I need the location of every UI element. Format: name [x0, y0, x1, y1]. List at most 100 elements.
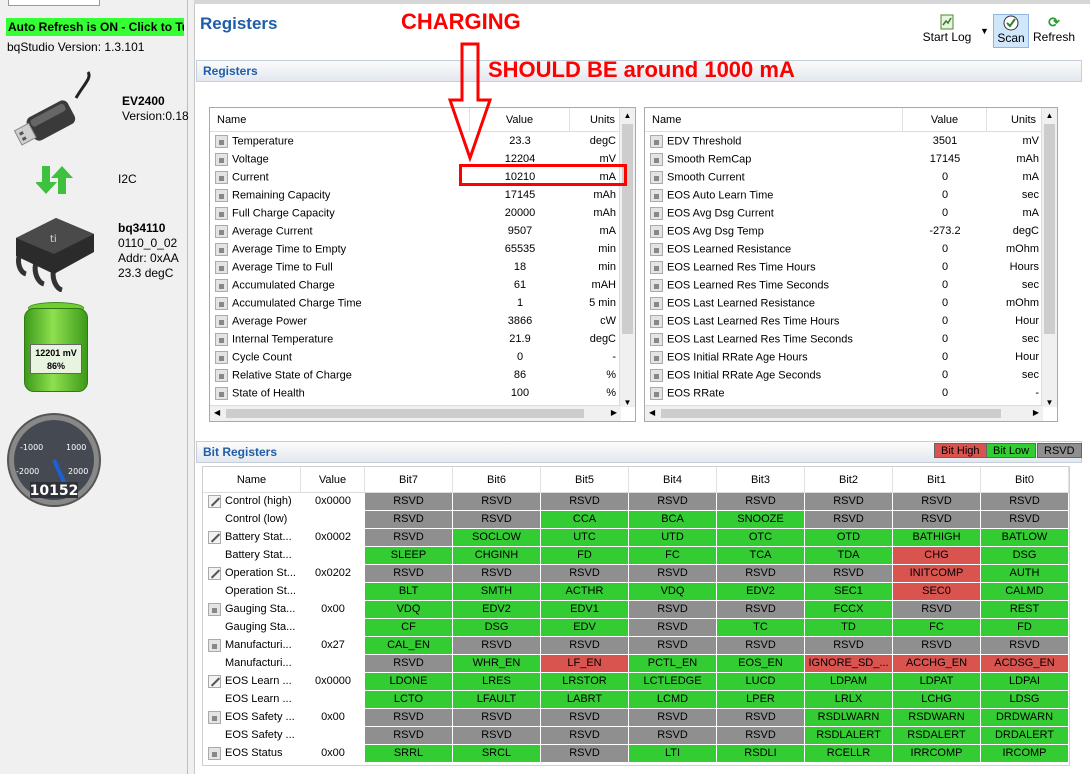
bit-cell[interactable]: FD: [541, 547, 629, 565]
bit-cell[interactable]: EDV: [541, 619, 629, 637]
bit-cell[interactable]: LUCD: [717, 673, 805, 691]
start-log-button[interactable]: Start Log: [922, 14, 972, 48]
bit-register-row[interactable]: EOS Safety ... RSVD RSVD RSVD RSVD RSVD RSDLAL…: [203, 727, 1069, 745]
bit-cell[interactable]: RSVD: [893, 493, 981, 511]
auto-refresh-toggle[interactable]: Auto Refresh is ON - Click to Tu: [6, 18, 184, 36]
edit-icon[interactable]: [208, 494, 221, 508]
bit-cell[interactable]: RSVD: [629, 493, 717, 511]
register-row[interactable]: EOS RRate 0 -: [645, 384, 1057, 402]
bit-col-header[interactable]: Bit7: [365, 467, 453, 492]
bit-cell[interactable]: LDPAT: [893, 673, 981, 691]
bit-col-header[interactable]: Bit4: [629, 467, 717, 492]
bit-cell[interactable]: LDSG: [981, 691, 1069, 709]
bit-register-row[interactable]: Battery Stat... 0x0002 RSVD SOCLOW UTC UTD OTC…: [203, 529, 1069, 547]
edit-icon[interactable]: [208, 530, 221, 544]
bit-cell[interactable]: INITCOMP: [893, 565, 981, 583]
bit-cell[interactable]: RSVD: [453, 493, 541, 511]
horizontal-scrollbar[interactable]: ◀ ▶: [210, 405, 621, 421]
bit-cell[interactable]: RSVD: [893, 601, 981, 619]
bit-cell[interactable]: OTC: [717, 529, 805, 547]
bit-register-row[interactable]: Gauging Sta... CF DSG EDV RSVD TC TD FC FD: [203, 619, 1069, 637]
bit-cell[interactable]: LDONE: [365, 673, 453, 691]
col-name-header[interactable]: Name: [645, 108, 903, 131]
register-row[interactable]: Average Time to Full 18 min: [210, 258, 635, 276]
bit-cell[interactable]: RSDALERT: [893, 727, 981, 745]
bit-cell[interactable]: ACCHG_EN: [893, 655, 981, 673]
bit-cell[interactable]: RSDLALERT: [805, 727, 893, 745]
bit-cell[interactable]: FCCX: [805, 601, 893, 619]
register-row[interactable]: Remaining Capacity 17145 mAh: [210, 186, 635, 204]
bit-cell[interactable]: RSVD: [717, 565, 805, 583]
register-row[interactable]: EOS Avg Dsg Current 0 mA: [645, 204, 1057, 222]
bit-register-row[interactable]: Manufacturi... 0x27 CAL_EN RSVD RSVD RSVD RSVD…: [203, 637, 1069, 655]
register-row[interactable]: Accumulated Charge 61 mAH: [210, 276, 635, 294]
bit-col-header[interactable]: Value: [301, 467, 365, 492]
bit-register-row[interactable]: Battery Stat... SLEEP CHGINH FD FC TCA TDA CHG D…: [203, 547, 1069, 565]
register-row[interactable]: EOS Learned Res Time Seconds 0 sec: [645, 276, 1057, 294]
bit-cell[interactable]: UTC: [541, 529, 629, 547]
bit-cell[interactable]: LFAULT: [453, 691, 541, 709]
bit-cell[interactable]: LTI: [629, 745, 717, 763]
register-row[interactable]: EOS Last Learned Resistance 0 mOhm: [645, 294, 1057, 312]
bit-cell[interactable]: FC: [629, 547, 717, 565]
bit-cell[interactable]: CF: [365, 619, 453, 637]
bit-cell[interactable]: SNOOZE: [717, 511, 805, 529]
bit-cell[interactable]: TC: [717, 619, 805, 637]
scroll-left-icon[interactable]: ◀: [649, 408, 655, 417]
bit-cell[interactable]: TCA: [717, 547, 805, 565]
bit-cell[interactable]: ACDSG_EN: [981, 655, 1069, 673]
register-row[interactable]: EOS Avg Dsg Temp -273.2 degC: [645, 222, 1057, 240]
vertical-scrollbar[interactable]: ▲ ▼: [1041, 108, 1057, 407]
bit-cell[interactable]: RSVD: [717, 493, 805, 511]
register-row[interactable]: Smooth RemCap 17145 mAh: [645, 150, 1057, 168]
bit-cell[interactable]: RSVD: [365, 727, 453, 745]
bit-cell[interactable]: RSVD: [981, 493, 1069, 511]
bit-cell[interactable]: REST: [981, 601, 1069, 619]
bit-cell[interactable]: DSG: [453, 619, 541, 637]
bit-cell[interactable]: BATLOW: [981, 529, 1069, 547]
bit-cell[interactable]: RSVD: [805, 637, 893, 655]
bit-cell[interactable]: RSVD: [717, 637, 805, 655]
bit-cell[interactable]: RSVD: [541, 727, 629, 745]
bit-cell[interactable]: FD: [981, 619, 1069, 637]
bit-cell[interactable]: LRES: [453, 673, 541, 691]
bit-cell[interactable]: IRCOMP: [981, 745, 1069, 763]
bit-cell[interactable]: RSVD: [541, 493, 629, 511]
bit-cell[interactable]: AUTH: [981, 565, 1069, 583]
bit-col-header[interactable]: Name: [203, 467, 301, 492]
scroll-thumb[interactable]: [1044, 124, 1055, 334]
scroll-down-icon[interactable]: ▼: [620, 398, 635, 407]
bit-col-header[interactable]: Bit2: [805, 467, 893, 492]
bit-cell[interactable]: LCHG: [893, 691, 981, 709]
bit-register-row[interactable]: EOS Learn ... LCTO LFAULT LABRT LCMD LPER LRLX…: [203, 691, 1069, 709]
register-row[interactable]: EOS Learned Res Time Hours 0 Hours: [645, 258, 1057, 276]
bit-cell[interactable]: RSVD: [365, 529, 453, 547]
bit-register-row[interactable]: Manufacturi... RSVD WHR_EN LF_EN PCTL_EN EOS_…: [203, 655, 1069, 673]
register-row[interactable]: Internal Temperature 21.9 degC: [210, 330, 635, 348]
col-value-header[interactable]: Value: [903, 108, 987, 131]
bit-col-header[interactable]: Bit6: [453, 467, 541, 492]
register-row[interactable]: Average Time to Empty 65535 min: [210, 240, 635, 258]
bit-cell[interactable]: LABRT: [541, 691, 629, 709]
bit-cell[interactable]: RSVD: [717, 727, 805, 745]
horizontal-scrollbar[interactable]: ◀ ▶: [645, 405, 1043, 421]
bit-cell[interactable]: LDPAM: [805, 673, 893, 691]
register-row[interactable]: Temperature 23.3 degC: [210, 132, 635, 150]
scroll-left-icon[interactable]: ◀: [214, 408, 220, 417]
bit-cell[interactable]: RSVD: [805, 493, 893, 511]
bit-col-header[interactable]: Bit3: [717, 467, 805, 492]
bit-cell[interactable]: CALMD: [981, 583, 1069, 601]
bit-col-header[interactable]: Bit5: [541, 467, 629, 492]
scan-button[interactable]: Scan: [993, 14, 1029, 48]
bit-cell[interactable]: RSVD: [541, 565, 629, 583]
col-name-header[interactable]: Name: [210, 108, 470, 131]
scroll-up-icon[interactable]: ▲: [620, 111, 635, 120]
bit-cell[interactable]: RSVD: [629, 637, 717, 655]
bit-register-row[interactable]: Control (high) 0x0000 RSVD RSVD RSVD RSVD RSVD…: [203, 493, 1069, 511]
bit-cell[interactable]: RCELLR: [805, 745, 893, 763]
register-row[interactable]: EOS Auto Learn Time 0 sec: [645, 186, 1057, 204]
register-row[interactable]: Average Current 9507 mA: [210, 222, 635, 240]
bit-cell[interactable]: RSVD: [629, 619, 717, 637]
bit-cell[interactable]: RSVD: [541, 709, 629, 727]
scroll-thumb[interactable]: [661, 409, 1001, 418]
